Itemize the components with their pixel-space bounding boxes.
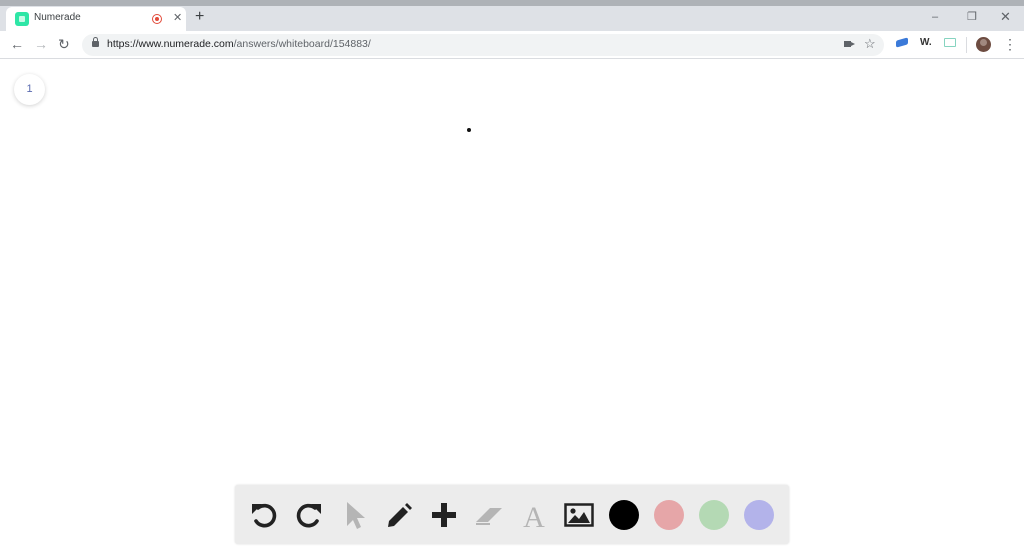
text-tool-button[interactable]: A	[518, 499, 550, 531]
redo-icon	[296, 503, 321, 528]
add-button[interactable]	[428, 499, 460, 531]
pencil-icon	[388, 503, 412, 527]
page-number-badge[interactable]: 1	[14, 74, 45, 105]
close-window-button[interactable]: ✕	[1000, 10, 1011, 24]
screen-extension-icon[interactable]	[944, 38, 956, 47]
ink-dot	[467, 128, 471, 132]
url-host: https://www.numerade.com	[107, 38, 234, 50]
text-icon: A	[523, 501, 545, 531]
eraser-icon	[476, 508, 502, 525]
toolbar-divider	[966, 37, 967, 53]
bookmark-star-icon[interactable]: ☆	[864, 36, 876, 52]
minimize-button[interactable]: –	[932, 10, 938, 24]
tab-close-icon[interactable]: ✕	[173, 11, 182, 25]
image-tool-button[interactable]	[563, 499, 595, 531]
whiteboard-canvas[interactable]	[0, 60, 1024, 480]
profile-avatar[interactable]	[976, 37, 991, 52]
text-tool-glyph: A	[523, 501, 545, 531]
browser-window: Numerade ✕ + – ❐ ✕ ← → ↻ https://www.num…	[0, 0, 1024, 552]
plus-icon	[432, 503, 456, 527]
new-tab-button[interactable]: +	[195, 9, 204, 25]
eraser-tool-button[interactable]	[473, 499, 505, 531]
graduation-cap-extension-icon[interactable]	[896, 38, 908, 50]
undo-button[interactable]	[248, 499, 280, 531]
tab-title: Numerade	[34, 12, 81, 23]
back-button[interactable]: ←	[10, 37, 24, 51]
pen-tool-button[interactable]	[383, 499, 415, 531]
browser-menu-icon[interactable]: ⋮	[1003, 37, 1017, 51]
w-extension-icon[interactable]: W.	[920, 37, 932, 48]
tab-numerade[interactable]: Numerade ✕	[6, 7, 186, 31]
color-swatch-green[interactable]	[699, 500, 729, 530]
image-icon	[564, 503, 594, 527]
url-text[interactable]: https://www.numerade.com/answers/whitebo…	[107, 38, 371, 50]
forward-button[interactable]: →	[34, 37, 48, 51]
camera-icon[interactable]	[844, 41, 855, 47]
tab-bar: Numerade ✕ + – ❐ ✕	[0, 6, 1024, 31]
recording-icon[interactable]	[152, 14, 162, 24]
address-bar[interactable]: https://www.numerade.com/answers/whitebo…	[82, 34, 884, 56]
cursor-icon	[347, 502, 365, 529]
numerade-favicon-icon	[15, 12, 29, 26]
color-swatch-pink[interactable]	[654, 500, 684, 530]
lock-icon[interactable]	[92, 37, 99, 47]
undo-icon	[252, 503, 277, 528]
restore-button[interactable]: ❐	[967, 10, 977, 24]
reload-button[interactable]: ↻	[58, 37, 70, 51]
whiteboard-toolbar: A	[235, 485, 789, 544]
color-swatch-black[interactable]	[609, 500, 639, 530]
redo-button[interactable]	[293, 499, 325, 531]
browser-toolbar: ← → ↻ https://www.numerade.com/answers/w…	[0, 31, 1024, 59]
color-swatch-lavender[interactable]	[744, 500, 774, 530]
url-path: /answers/whiteboard/154883/	[233, 38, 371, 50]
select-tool-button[interactable]	[338, 499, 370, 531]
